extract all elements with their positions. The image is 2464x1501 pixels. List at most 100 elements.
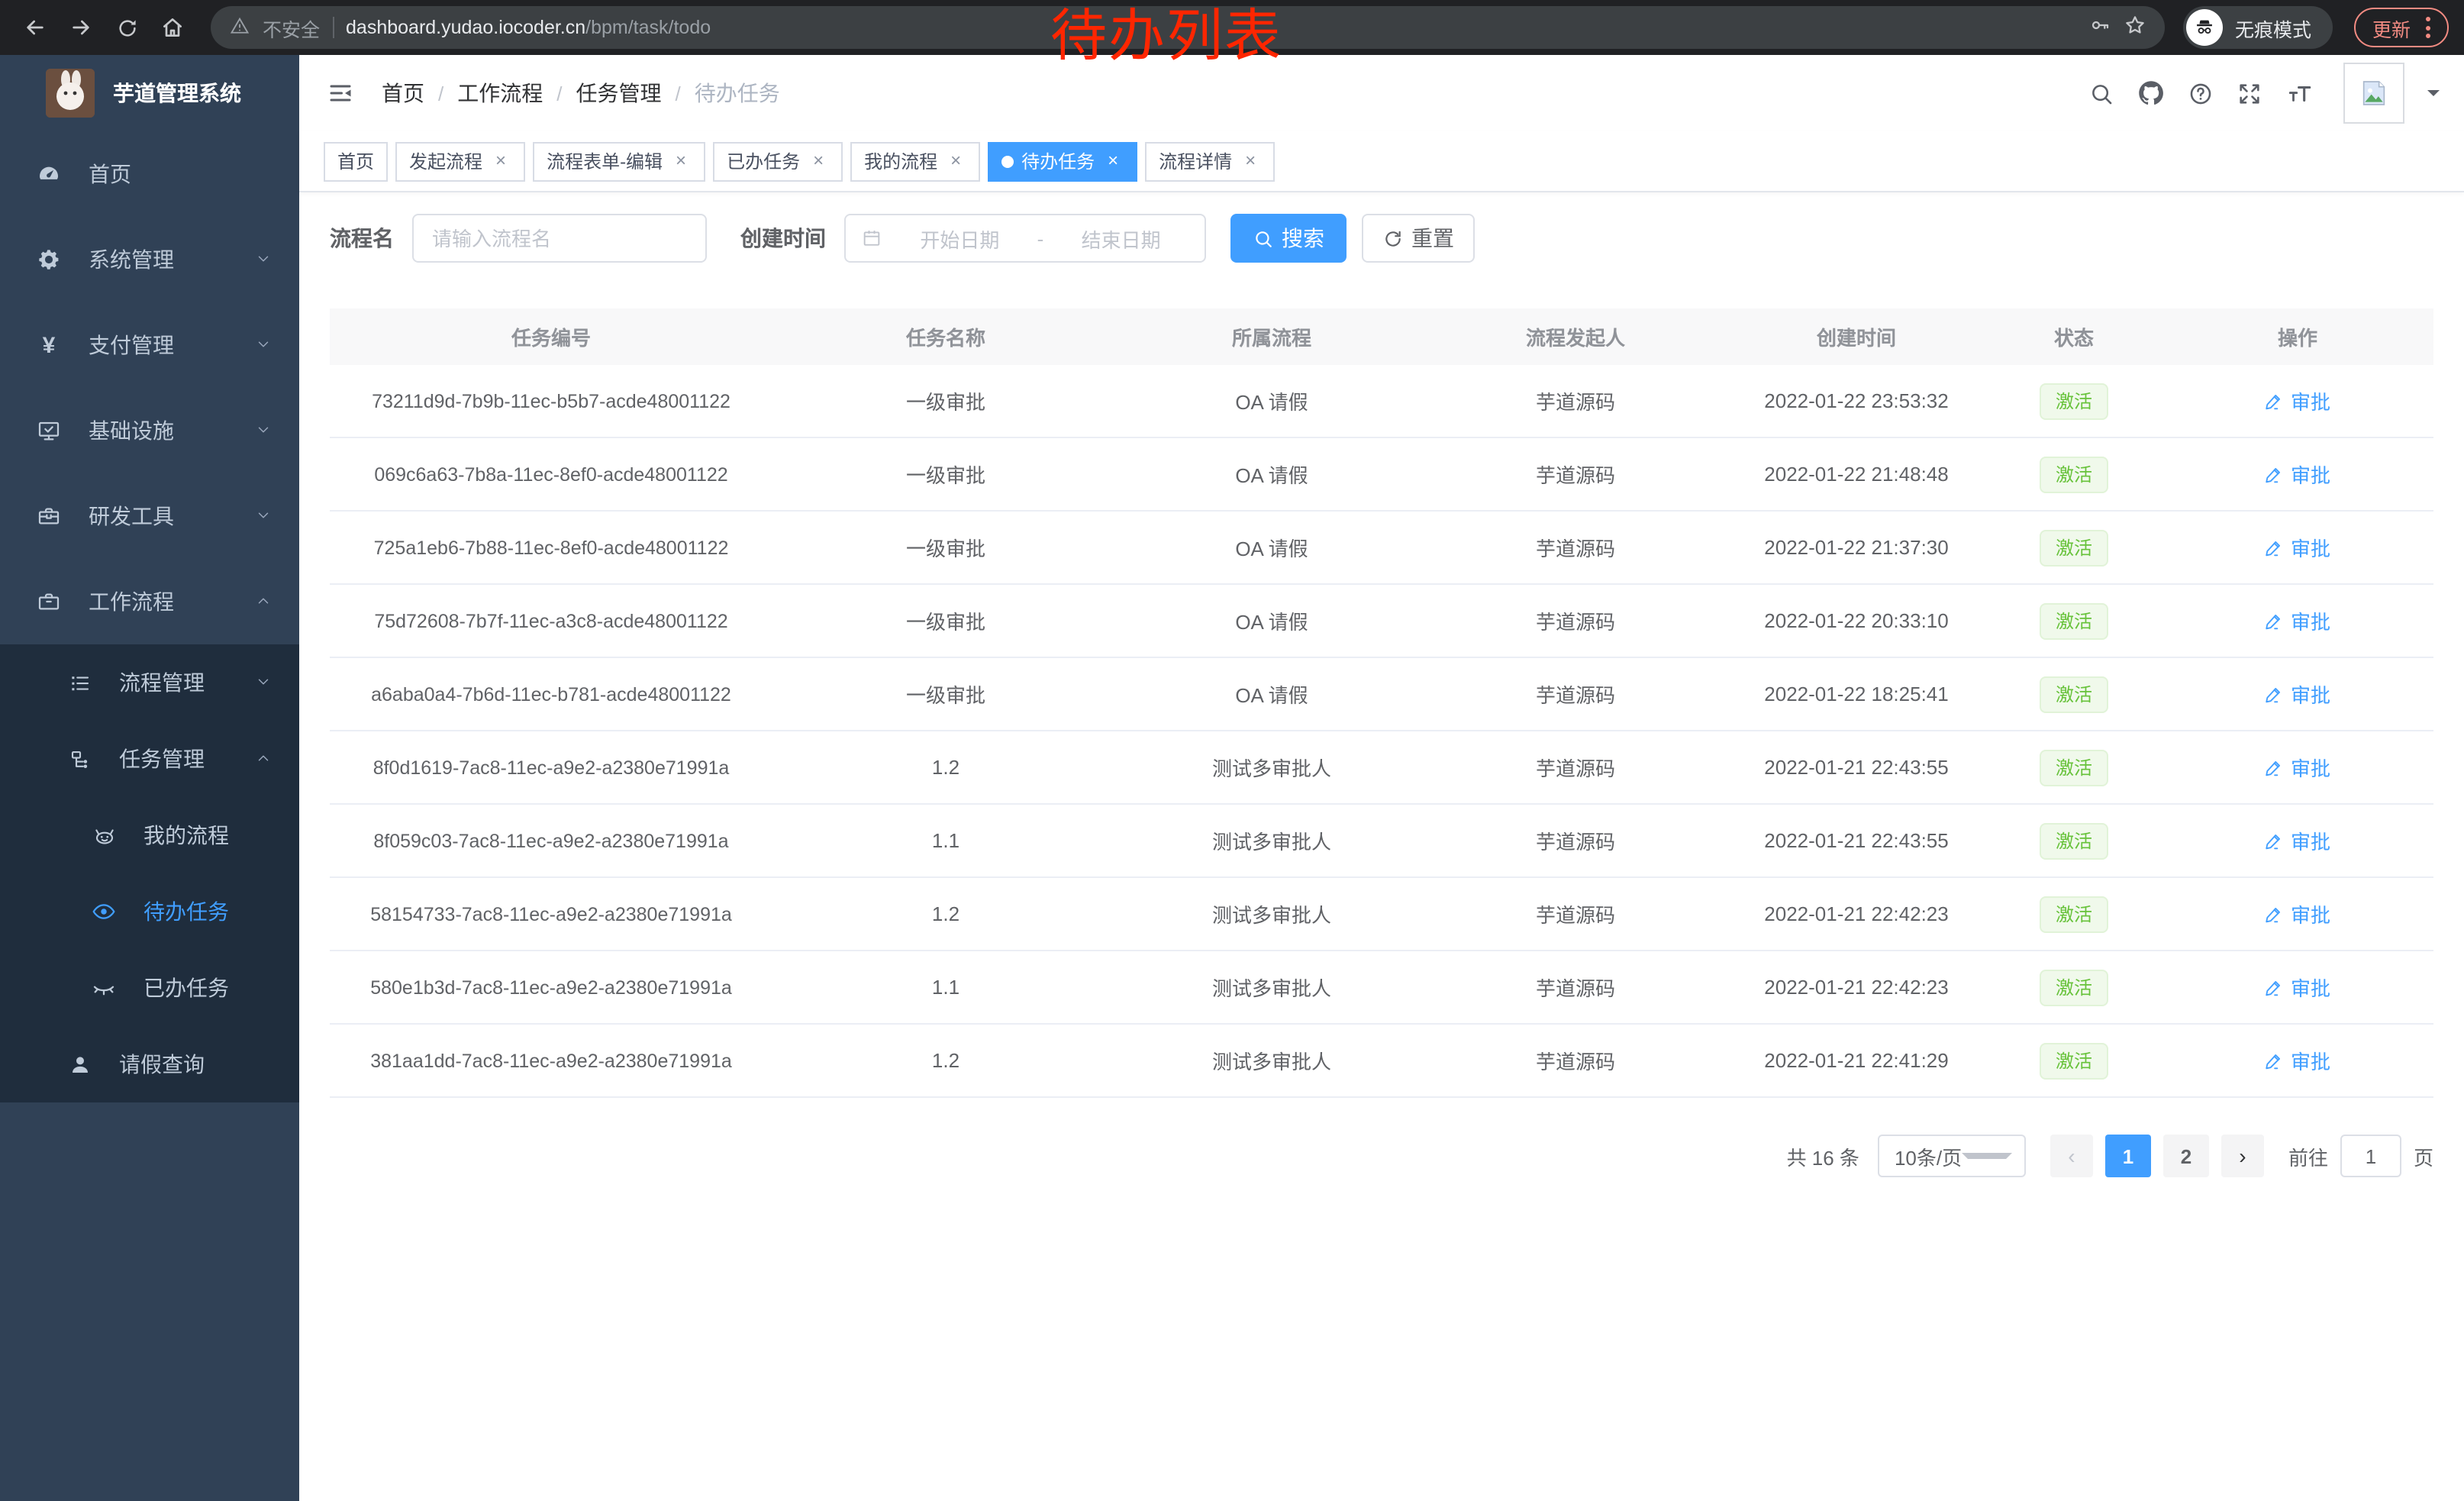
github-icon[interactable]	[2137, 79, 2165, 107]
breadcrumb-separator: /	[438, 82, 443, 105]
task-id: 75d72608-7b7f-11ec-a3c8-acde48001122	[330, 610, 772, 631]
sidebar-item-label: 我的流程	[144, 820, 229, 851]
forward-icon[interactable]	[61, 8, 101, 47]
incognito-badge: 无痕模式	[2183, 6, 2333, 49]
dashboard-icon	[31, 162, 67, 186]
task-process: 测试多审批人	[1119, 1046, 1424, 1075]
fullscreen-icon[interactable]	[2237, 80, 2262, 106]
font-size-icon[interactable]	[2285, 80, 2314, 106]
search-button[interactable]: 搜索	[1230, 214, 1346, 263]
bookmark-star-icon[interactable]	[2124, 14, 2146, 41]
tab[interactable]: 待办任务 ×	[988, 141, 1137, 181]
page-size-select[interactable]: 10条/页	[1878, 1135, 2026, 1177]
page-number-button[interactable]: 1	[2105, 1135, 2151, 1177]
approve-link[interactable]: 审批	[2265, 826, 2330, 855]
address-bar[interactable]: 不安全 dashboard.yudao.iocoder.cn/bpm/task/…	[211, 6, 2165, 49]
task-starter: 芋道源码	[1424, 533, 1727, 562]
approve-link[interactable]: 审批	[2265, 1046, 2330, 1075]
task-created-time: 2022-01-22 18:25:41	[1727, 683, 1986, 705]
date-range-picker[interactable]: 开始日期 - 结束日期	[844, 214, 1206, 263]
password-key-icon[interactable]	[2088, 14, 2111, 41]
insecure-warning-icon[interactable]	[229, 15, 250, 40]
avatar[interactable]	[2343, 63, 2404, 124]
chevron-down-icon	[255, 418, 272, 443]
table-body: 73211d9d-7b9b-11ec-b5b7-acde48001122 一级审…	[330, 365, 2433, 1098]
sidebar-item-done-tasks[interactable]: 已办任务	[0, 950, 299, 1026]
reload-icon[interactable]	[107, 8, 147, 47]
org-tree-icon	[61, 747, 98, 770]
chevron-down-icon	[255, 670, 272, 695]
approve-link[interactable]: 审批	[2265, 533, 2330, 562]
tab-close-icon[interactable]: ×	[808, 150, 829, 172]
goto-page-input[interactable]	[2340, 1135, 2401, 1177]
security-label: 不安全	[263, 13, 320, 42]
task-id: 58154733-7ac8-11ec-a9e2-a2380e71991a	[330, 903, 772, 925]
sidebar-item-task-mgmt[interactable]: 任务管理	[0, 721, 299, 797]
prev-page-button[interactable]: ‹	[2050, 1135, 2093, 1177]
page-number-button[interactable]: 2	[2163, 1135, 2209, 1177]
tab-close-icon[interactable]: ×	[490, 150, 511, 172]
sidebar-item-process-mgmt[interactable]: 流程管理	[0, 644, 299, 721]
app-logo-row: 芋道管理系统	[0, 55, 299, 131]
approve-link[interactable]: 审批	[2265, 679, 2330, 709]
chevron-up-icon	[255, 589, 272, 614]
url-divider	[332, 17, 334, 38]
sidebar-item-system[interactable]: 系统管理	[0, 217, 299, 302]
sidebar-collapse-icon[interactable]	[324, 76, 357, 110]
tab-label: 待办任务	[1021, 148, 1095, 174]
sidebar-item-workflow[interactable]: 工作流程	[0, 559, 299, 644]
approve-label: 审批	[2291, 460, 2330, 489]
task-created-time: 2022-01-21 22:43:55	[1727, 756, 1986, 779]
table-header: 任务编号 任务名称 所属流程 流程发起人 创建时间 状态 操作	[330, 308, 2433, 365]
breadcrumb-item[interactable]: 首页	[382, 78, 424, 108]
tab[interactable]: 发起流程 ×	[395, 141, 525, 181]
back-icon[interactable]	[15, 8, 55, 47]
tab-close-icon[interactable]: ×	[1240, 150, 1261, 172]
sidebar-item-my-process[interactable]: 我的流程	[0, 797, 299, 873]
home-icon[interactable]	[153, 8, 192, 47]
sidebar-item-payment[interactable]: ¥ 支付管理	[0, 302, 299, 388]
reset-button[interactable]: 重置	[1362, 214, 1475, 263]
approve-link[interactable]: 审批	[2265, 899, 2330, 928]
tab[interactable]: 流程详情 ×	[1145, 141, 1275, 181]
status-badge: 激活	[2040, 602, 2108, 639]
tab-close-icon[interactable]: ×	[670, 150, 692, 172]
search-icon[interactable]	[2088, 80, 2114, 106]
approve-label: 审批	[2291, 753, 2330, 782]
approve-link[interactable]: 审批	[2265, 753, 2330, 782]
tab-close-icon[interactable]: ×	[945, 150, 966, 172]
approve-label: 审批	[2291, 679, 2330, 709]
next-page-button[interactable]: ›	[2221, 1135, 2264, 1177]
tab[interactable]: 已办任务 ×	[713, 141, 843, 181]
sidebar-item-devtools[interactable]: 研发工具	[0, 473, 299, 559]
update-button[interactable]: 更新	[2354, 8, 2449, 47]
toolbox-icon	[31, 504, 67, 528]
approve-label: 审批	[2291, 899, 2330, 928]
breadcrumb-item[interactable]: 任务管理	[576, 78, 662, 108]
page-header: 首页 / 工作流程 / 任务管理 / 待办任务	[299, 55, 2464, 131]
sidebar-item-leave-query[interactable]: 请假查询	[0, 1026, 299, 1102]
table-row: 58154733-7ac8-11ec-a9e2-a2380e71991a 1.2…	[330, 878, 2433, 951]
end-date-placeholder: 结束日期	[1053, 224, 1189, 253]
approve-link[interactable]: 审批	[2265, 460, 2330, 489]
chevron-down-icon[interactable]	[2427, 90, 2440, 102]
sidebar-item-home[interactable]: 首页	[0, 131, 299, 217]
approve-link[interactable]: 审批	[2265, 386, 2330, 415]
tab-label: 流程表单-编辑	[547, 148, 663, 174]
sidebar-item-todo-tasks[interactable]: 待办任务	[0, 873, 299, 950]
process-name-input[interactable]	[412, 214, 707, 263]
browser-menu-icon[interactable]	[2426, 17, 2430, 38]
help-icon[interactable]	[2188, 80, 2214, 106]
approve-link[interactable]: 审批	[2265, 606, 2330, 635]
approve-link[interactable]: 审批	[2265, 973, 2330, 1002]
table-row: 73211d9d-7b9b-11ec-b5b7-acde48001122 一级审…	[330, 365, 2433, 438]
approve-label: 审批	[2291, 826, 2330, 855]
tab[interactable]: 首页 ×	[324, 141, 388, 181]
tab[interactable]: 我的流程 ×	[850, 141, 980, 181]
tab[interactable]: 流程表单-编辑 ×	[533, 141, 705, 181]
tab-close-icon[interactable]: ×	[1102, 150, 1124, 172]
task-id: 73211d9d-7b9b-11ec-b5b7-acde48001122	[330, 390, 772, 412]
task-name: 1.1	[772, 976, 1119, 999]
breadcrumb-item[interactable]: 工作流程	[457, 78, 543, 108]
sidebar-item-infra[interactable]: 基础设施	[0, 388, 299, 473]
